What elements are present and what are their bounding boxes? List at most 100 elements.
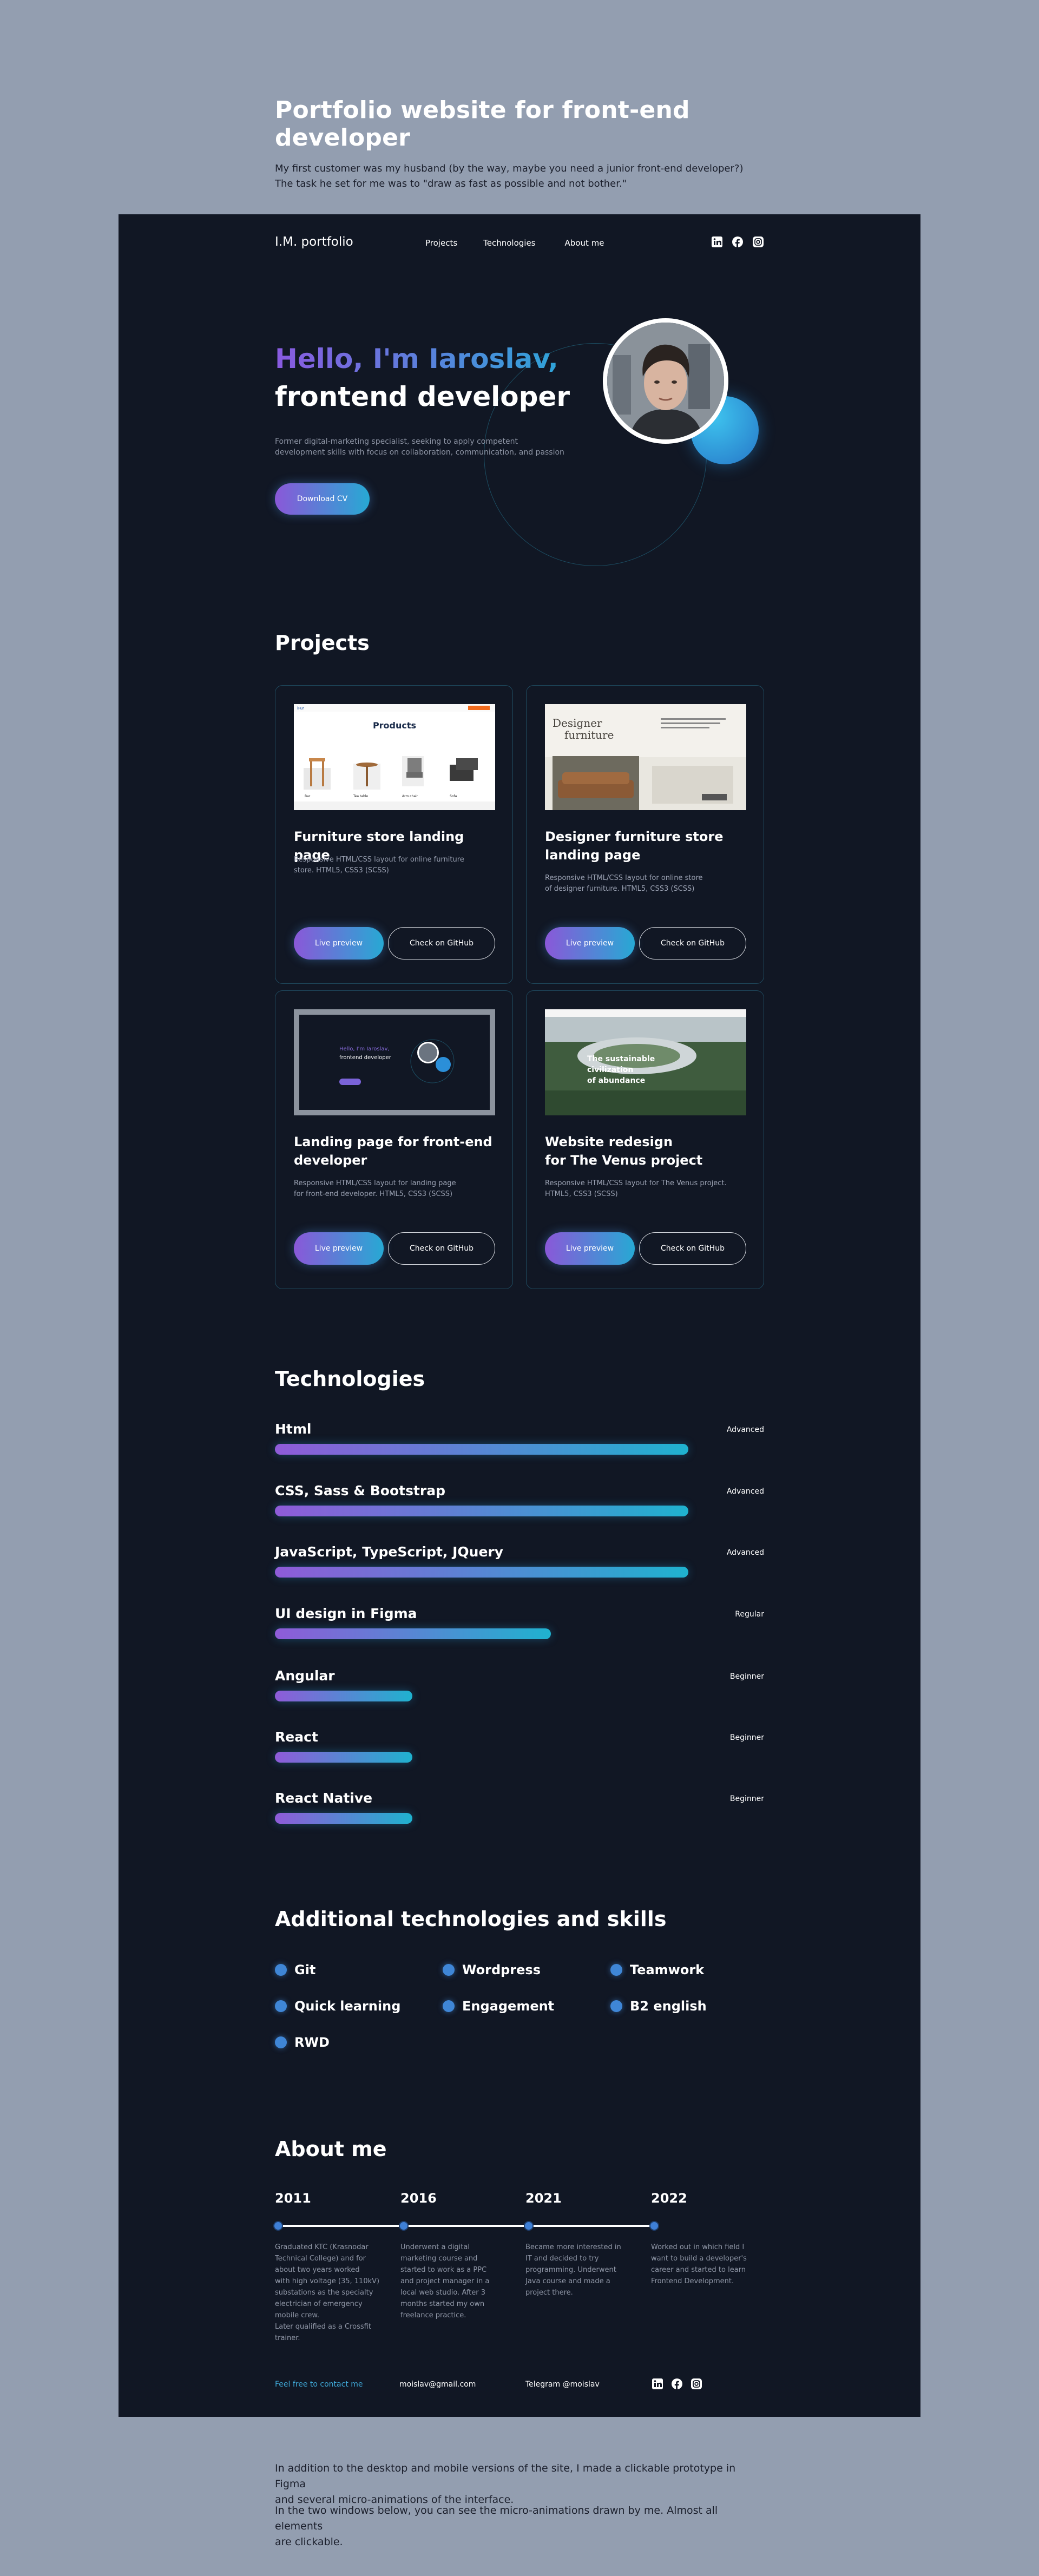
tech-progress-bar <box>275 1444 688 1455</box>
screenshot-heading-line: of abundance <box>587 1076 646 1085</box>
timeline-text-line: local web studio. After 3 <box>400 2289 486 2297</box>
screenshot-heading: Designer furniture <box>553 717 614 741</box>
contact-telegram[interactable]: Telegram @moislav <box>525 2380 600 2389</box>
skill-item: RWD <box>275 2035 330 2050</box>
tech-progress-fill <box>275 1628 551 1639</box>
facebook-icon[interactable] <box>671 2378 683 2390</box>
project-description: Responsive HTML/CSS layout for landing p… <box>294 1178 489 1200</box>
timeline-text-line: electrician of emergency <box>275 2300 363 2308</box>
case-description-line: The task he set for me was to "draw as f… <box>275 178 627 189</box>
live-preview-button[interactable]: Live preview <box>545 927 635 960</box>
projects-title: Projects <box>275 631 370 655</box>
timeline-text-line: months started my own <box>400 2300 485 2308</box>
project-description: Responsive HTML/CSS layout for The Venus… <box>545 1178 740 1200</box>
screenshot-heading-line: The sustainable <box>587 1055 655 1063</box>
project-card: Designer furniture Designer furniture st… <box>526 685 764 984</box>
hero-bio-line: Former digital-marketing specialist, see… <box>275 437 518 446</box>
project-description-line: for front-end developer. HTML5, CSS3 (SC… <box>294 1190 453 1198</box>
tech-progress-bar <box>275 1506 688 1516</box>
facebook-icon[interactable] <box>732 236 744 248</box>
timeline-text-line: career and started to learn <box>651 2266 746 2274</box>
skill-label: Git <box>294 1962 316 1977</box>
live-preview-button[interactable]: Live preview <box>294 1232 384 1265</box>
contact-label: Feel free to contact me <box>275 2380 363 2389</box>
check-github-button[interactable]: Check on GitHub <box>639 927 746 960</box>
live-preview-button[interactable]: Live preview <box>545 1232 635 1265</box>
project-description: Responsive HTML/CSS layout for online st… <box>545 873 740 895</box>
tech-progress-bar <box>275 1691 688 1701</box>
project-title-line: Website redesign <box>545 1134 673 1149</box>
project-screenshot: iFur Bar Tea table Arm chair Sofa Produc… <box>294 704 495 810</box>
tech-name: CSS, Sass & Bootstrap <box>275 1483 446 1499</box>
check-github-button[interactable]: Check on GitHub <box>388 1232 495 1265</box>
case-outro-paragraph: In the two windows below, you can see th… <box>275 2503 762 2550</box>
instagram-icon[interactable] <box>691 2378 702 2390</box>
project-description: Responsive HTML/CSS layout for online fu… <box>294 855 489 876</box>
case-outro-paragraph: In addition to the desktop and mobile ve… <box>275 2461 762 2508</box>
linkedin-icon[interactable] <box>652 2378 663 2390</box>
skill-item: Teamwork <box>610 1962 704 1977</box>
project-description-line: store. HTML5, CSS3 (SCSS) <box>294 866 389 875</box>
case-title: Portfolio website for front-end develope… <box>275 96 690 152</box>
svg-text:Tea table: Tea table <box>353 794 368 798</box>
download-cv-button[interactable]: Download CV <box>275 483 370 515</box>
screenshot-heading-line: civilization <box>587 1066 634 1074</box>
tech-level: Advanced <box>726 1487 764 1496</box>
svg-text:Arm chair: Arm chair <box>402 794 418 798</box>
live-preview-button[interactable]: Live preview <box>294 927 384 960</box>
tech-name: React Native <box>275 1790 373 1806</box>
case-outro-line: In the two windows below, you can see th… <box>275 2505 718 2532</box>
nav-about-me[interactable]: About me <box>565 238 604 248</box>
skill-label: Teamwork <box>630 1962 705 1977</box>
timeline-text-line: Frontend Development. <box>651 2277 734 2285</box>
project-title-line: Designer furniture store <box>545 829 724 844</box>
project-card: The sustainable civilization of abundanc… <box>526 990 764 1289</box>
timeline-text-line: and project manager in a <box>400 2277 490 2285</box>
tech-progress-fill <box>275 1752 413 1763</box>
project-description-line: Responsive HTML/CSS layout for The Venus… <box>545 1179 727 1187</box>
timeline-text: Graduated KTC (Krasnodar Technical Colle… <box>275 2242 389 2344</box>
bullet-icon <box>275 2000 287 2012</box>
tech-progress-fill <box>275 1813 413 1824</box>
nav-technologies[interactable]: Technologies <box>483 238 535 248</box>
hero-greeting: Hello, I'm Iaroslav, <box>275 343 558 374</box>
tech-level: Advanced <box>726 1425 764 1434</box>
timeline-line <box>275 2225 656 2227</box>
nav-projects[interactable]: Projects <box>425 238 457 248</box>
project-title: Website redesign for The Venus project <box>545 1133 751 1169</box>
tech-level: Regular <box>735 1610 764 1619</box>
hero-bio: Former digital-marketing specialist, see… <box>275 436 578 458</box>
screenshot-heading: The sustainable civilization of abundanc… <box>587 1054 655 1086</box>
tech-name: Html <box>275 1421 312 1437</box>
timeline-year: 2022 <box>651 2191 687 2206</box>
project-description-line: of designer furniture. HTML5, CSS3 (SCSS… <box>545 885 695 893</box>
timeline-text-line: started to work as a PPC <box>400 2266 487 2274</box>
timeline-text-line: about two years worked <box>275 2266 360 2274</box>
screenshot-heading: Hello, I'm Iaroslav, frontend developer <box>339 1045 391 1062</box>
timeline-text-line: marketing course and <box>400 2255 478 2263</box>
skill-item: Git <box>275 1962 315 1977</box>
instagram-icon[interactable] <box>752 236 764 248</box>
timeline-text-line: IT and decided to try <box>525 2255 599 2263</box>
check-github-button[interactable]: Check on GitHub <box>388 927 495 960</box>
skill-label: Engagement <box>462 1999 555 2014</box>
skill-item: Wordpress <box>443 1962 541 1977</box>
screenshot-heading: Products <box>372 720 417 731</box>
timeline-text-line: Technical College) and for <box>275 2255 366 2263</box>
screenshot-heading-line: frontend developer <box>339 1055 391 1061</box>
timeline-text-line: programming. Underwent <box>525 2266 616 2274</box>
project-card: iFur Bar Tea table Arm chair Sofa Produc… <box>275 685 513 984</box>
footer-social-links <box>652 2378 702 2390</box>
timeline-text-line: mobile crew. <box>275 2311 319 2319</box>
site-logo[interactable]: I.M. portfolio <box>275 235 353 249</box>
timeline-dot <box>649 2221 659 2231</box>
tech-name: UI design in Figma <box>275 1606 417 1621</box>
case-outro-line: In addition to the desktop and mobile ve… <box>275 2462 736 2490</box>
bullet-icon <box>610 2000 622 2012</box>
svg-text:iFur: iFur <box>297 706 304 711</box>
tech-progress-bar <box>275 1567 688 1578</box>
check-github-button[interactable]: Check on GitHub <box>639 1232 746 1265</box>
contact-email[interactable]: moislav@gmail.com <box>399 2380 476 2389</box>
linkedin-icon[interactable] <box>711 236 723 248</box>
bullet-icon <box>443 2000 455 2012</box>
